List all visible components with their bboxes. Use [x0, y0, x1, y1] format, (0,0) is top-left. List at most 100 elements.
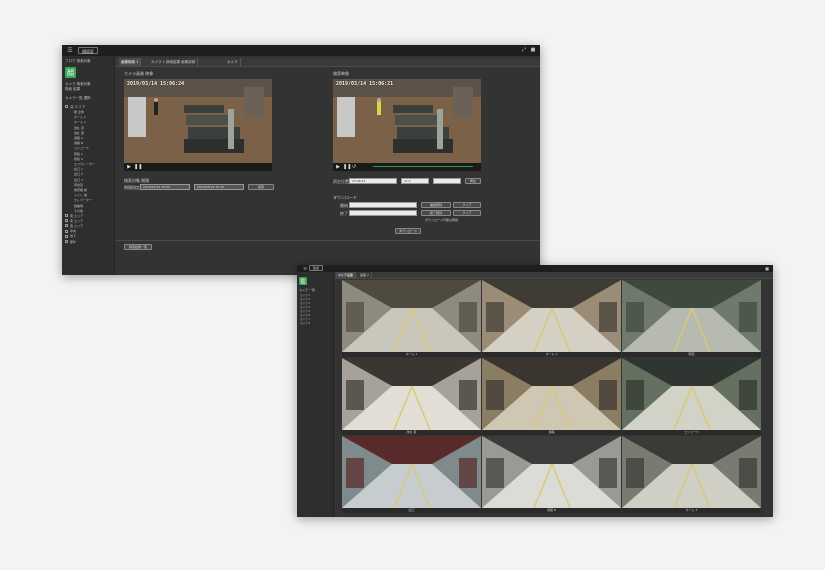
tree-item[interactable]: 改札 西: [74, 131, 84, 135]
content-tab-bar: マルチ画面 画面 2: [334, 272, 773, 279]
app-tab[interactable]: 顔認証: [78, 47, 98, 54]
tree-item[interactable]: 待合室: [74, 183, 83, 187]
camera-label: ホーム 3: [622, 508, 761, 513]
tree-item[interactable]: 出口 1: [74, 167, 83, 171]
camera-tile[interactable]: ホーム 2: [482, 280, 621, 357]
right-video-timestamp: 2019/03/14 15:06:21: [336, 81, 394, 87]
tree-item[interactable]: 階段 1: [74, 152, 83, 156]
camera-feed-image: [342, 436, 481, 509]
start-label: 開始: [340, 203, 348, 208]
camera-tile[interactable]: ホーム 1: [342, 280, 481, 357]
tree-item[interactable]: トイレ 前: [74, 193, 87, 197]
tree-group[interactable]: 南 エリア: [70, 214, 83, 218]
camera-tile[interactable]: 通路 B: [482, 436, 621, 513]
sidebar-section-title: フロア 検索対象: [65, 59, 91, 63]
tree-item[interactable]: 出口 2: [74, 172, 83, 176]
tree-group[interactable]: 屋外: [70, 240, 76, 244]
camera-tile[interactable]: 出口: [342, 436, 481, 513]
start-time-button[interactable]: 開始時刻: [421, 202, 451, 208]
left-video-feed[interactable]: 2019/03/14 15:06:24: [124, 79, 272, 163]
tab-camera[interactable]: カメラ: [225, 58, 241, 66]
close-icon[interactable]: ■: [529, 46, 537, 55]
sidebar: 監 カメラ 一覧 カメラ 1 カメラ 2 カメラ 3 カメラ 4 カメラ 5 カメラ 6カ…: [297, 272, 334, 517]
tree-expander-icon[interactable]: [65, 240, 68, 243]
end-time-input[interactable]: [349, 210, 417, 216]
camera-list-item[interactable]: カメラ 8: [300, 322, 310, 326]
tree-item[interactable]: 改札 東: [74, 126, 84, 130]
camera-tile[interactable]: ホーム 3: [622, 436, 761, 513]
expand-icon[interactable]: ⤢: [520, 46, 528, 55]
tab-image-search[interactable]: 画像検索 1: [119, 58, 142, 66]
right-video-label: 検索映像: [333, 71, 349, 76]
tree-expander-icon[interactable]: [65, 214, 68, 217]
download-button[interactable]: ダウンロード: [395, 228, 421, 234]
tree-item[interactable]: 通路 B: [74, 141, 83, 145]
camera-tile[interactable]: 通路: [482, 358, 621, 435]
menu-icon[interactable]: ☰: [301, 265, 309, 272]
tab-search-result[interactable]: カメラ 1 検索結果 画像詳細: [149, 58, 199, 66]
tab-view-2[interactable]: 画面 2: [358, 272, 372, 278]
camera-feed-image: [482, 280, 621, 353]
tree-group[interactable]: 中央: [70, 229, 76, 233]
tree-item[interactable]: エレベーター: [74, 198, 92, 202]
speed-select[interactable]: [433, 178, 461, 184]
tree-item[interactable]: 階段 2: [74, 157, 83, 161]
tree-expander-icon[interactable]: [65, 105, 68, 108]
end-clear-button[interactable]: クリア: [453, 210, 481, 216]
camera-label: 出口: [342, 508, 481, 513]
tree-item[interactable]: 駅 全体: [74, 110, 84, 114]
period-start-select[interactable]: 2019/03/14 15:00: [140, 184, 190, 190]
camera-label: 階段: [622, 352, 761, 357]
start-clear-button[interactable]: クリア: [453, 202, 481, 208]
playback-label: 再生位置: [333, 179, 349, 184]
content-tab-bar: 画像検索 1 カメラ 1 検索結果 画像詳細 カメラ: [115, 58, 540, 67]
tree-group[interactable]: 北 エリア: [70, 105, 85, 109]
seek-bar[interactable]: [373, 166, 473, 167]
search-button[interactable]: 検索: [248, 184, 274, 190]
play-icon[interactable]: ▶: [335, 164, 341, 170]
sidebar-info-2: 検索 結果: [65, 87, 81, 91]
tree-item[interactable]: 通路 A: [74, 136, 83, 140]
tree-item[interactable]: その他: [74, 209, 83, 213]
camera-label: ホーム 1: [342, 352, 481, 357]
tree-expander-icon[interactable]: [65, 224, 68, 228]
sidebar-section-camera: カメラ一覧 選択: [65, 96, 91, 100]
multi-camera-window: ☰ 監視 ■ 監 カメラ 一覧 カメラ 1 カメラ 2 カメラ 3 カメラ 4 カメラ …: [297, 265, 773, 517]
tree-item[interactable]: エスカレーター: [74, 162, 95, 166]
rewind-icon[interactable]: ↺: [351, 164, 357, 170]
menu-icon[interactable]: ☰: [66, 47, 74, 54]
sidebar-label: カメラ 一覧: [299, 288, 315, 292]
end-time-button[interactable]: 終了時刻: [421, 210, 451, 216]
camera-tile[interactable]: コンコース: [622, 358, 761, 435]
app-logo-icon: 顔: [65, 67, 76, 78]
tree-expander-icon[interactable]: [65, 219, 68, 223]
tree-item[interactable]: ホーム 1: [74, 115, 86, 119]
tree-group[interactable]: 地下: [70, 234, 76, 238]
tree-item[interactable]: コンコース: [74, 146, 89, 150]
play-button[interactable]: 再生: [465, 178, 481, 184]
tree-expander-icon[interactable]: [65, 234, 68, 238]
tree-group[interactable]: 西 エリア: [70, 224, 83, 228]
start-time-input[interactable]: [349, 202, 417, 208]
close-icon[interactable]: ■: [763, 265, 771, 272]
right-video-feed[interactable]: 2019/03/14 15:06:21: [333, 79, 481, 163]
tree-item[interactable]: 駐輪場: [74, 204, 83, 208]
camera-label: 通路: [482, 430, 621, 435]
pause-icon[interactable]: ❚❚: [343, 164, 351, 170]
playback-time-input[interactable]: 15:06:21: [349, 178, 397, 184]
app-tab[interactable]: 監視: [309, 265, 324, 271]
pause-icon[interactable]: ❚❚: [134, 164, 142, 170]
camera-tile[interactable]: 改札 東: [342, 358, 481, 435]
tree-expander-icon[interactable]: [65, 229, 68, 233]
play-icon[interactable]: ▶: [126, 164, 132, 170]
tree-item[interactable]: ホーム 2: [74, 120, 86, 124]
period-end-select[interactable]: 2019/03/14 15:30: [194, 184, 244, 190]
tree-item[interactable]: 出口 3: [74, 178, 83, 182]
tree-group[interactable]: 東 エリア: [70, 219, 83, 223]
camera-tile[interactable]: 階段: [622, 280, 761, 357]
tab-multi-view[interactable]: マルチ画面: [336, 272, 357, 278]
result-list-button[interactable]: 検索結果一覧: [124, 244, 152, 250]
tree-item[interactable]: 券売機 前: [74, 188, 87, 192]
camera-feed-image: [622, 280, 761, 353]
speed-input[interactable]: x1.0: [401, 178, 429, 184]
